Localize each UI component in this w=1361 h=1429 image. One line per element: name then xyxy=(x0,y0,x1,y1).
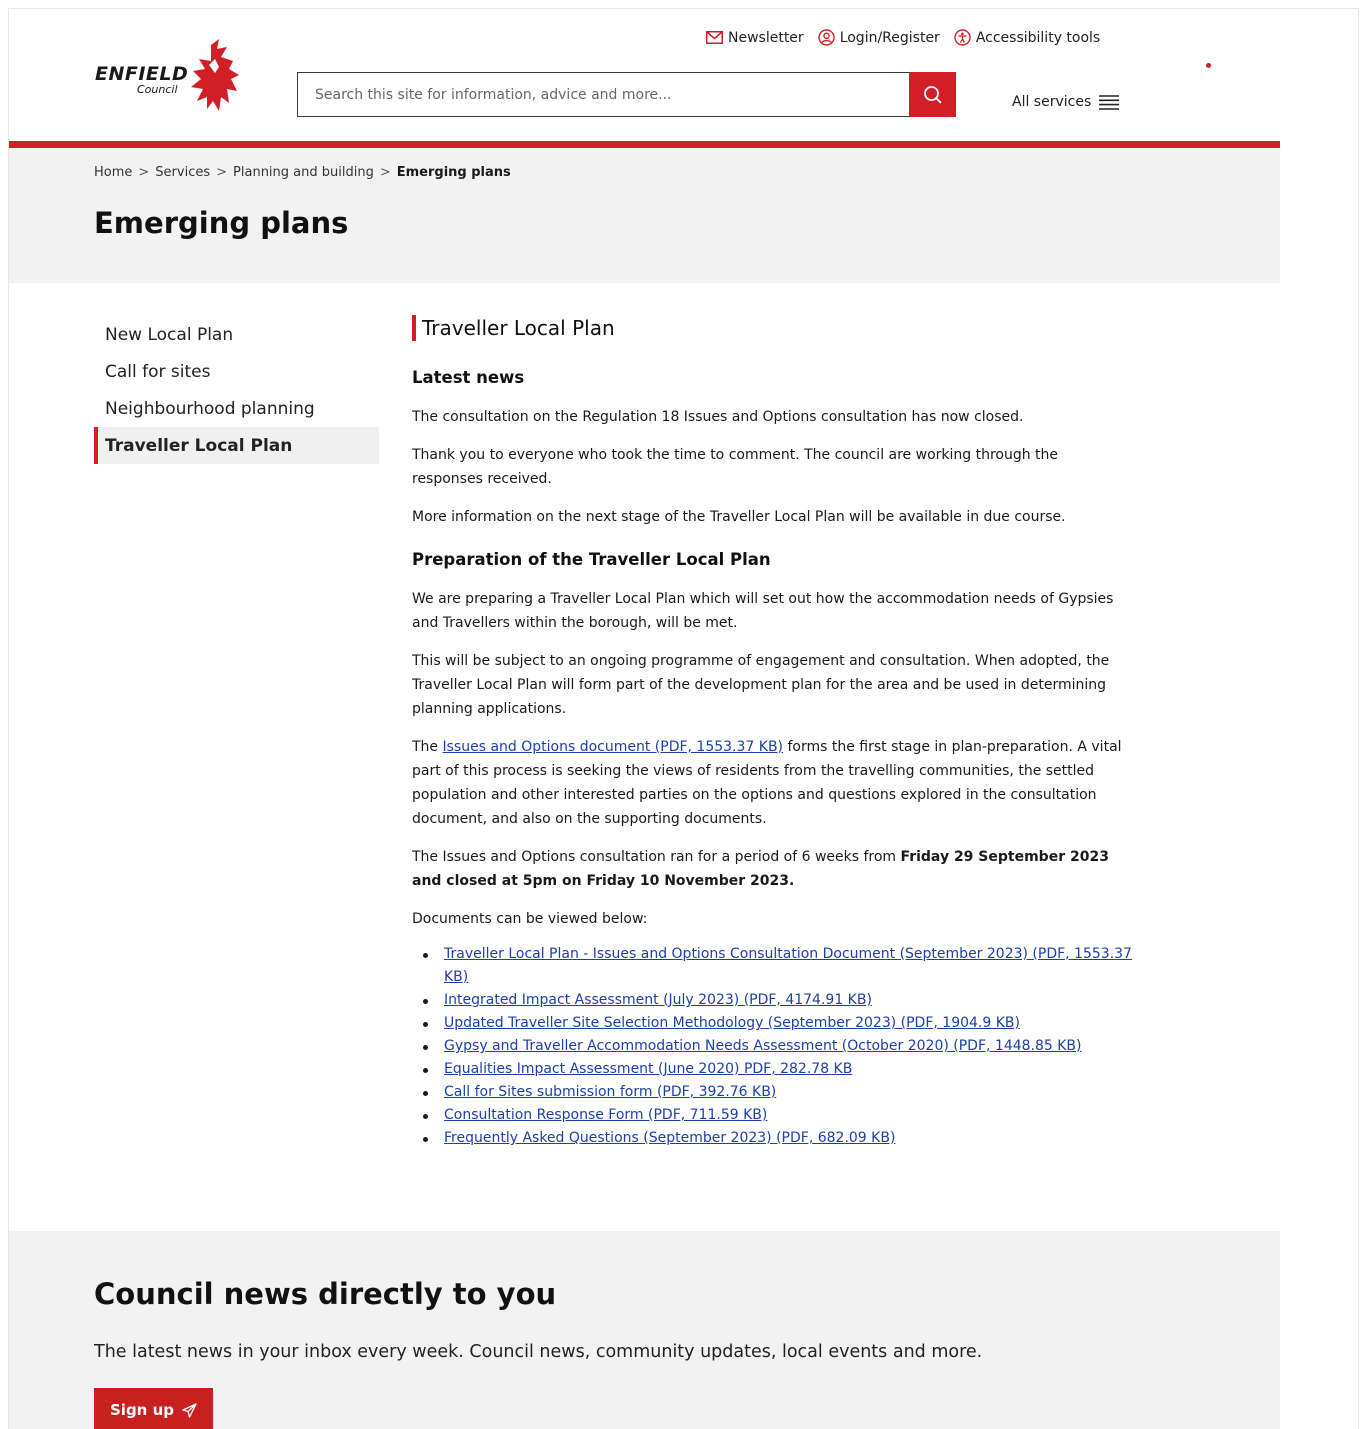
accessibility-tools-link[interactable]: Accessibility tools xyxy=(954,29,1100,46)
document-link[interactable]: Equalities Impact Assessment (June 2020)… xyxy=(444,1061,852,1077)
latest-news-paragraph: Thank you to everyone who took the time … xyxy=(412,447,1059,487)
list-item: Equalities Impact Assessment (June 2020)… xyxy=(412,1058,1132,1081)
list-item: Consultation Response Form (PDF, 711.59 … xyxy=(412,1104,1132,1127)
login-register-link[interactable]: Login/Register xyxy=(817,29,940,46)
sidenav-item-neighbourhood-planning[interactable]: Neighbourhood planning xyxy=(94,390,379,427)
paragraph-text: The Issues and Options consultation ran … xyxy=(412,849,901,865)
page-hero: Home > Services > Planning and building … xyxy=(9,148,1280,283)
list-item: Integrated Impact Assessment (July 2023)… xyxy=(412,989,1132,1012)
document-link[interactable]: Integrated Impact Assessment (July 2023)… xyxy=(444,992,872,1008)
document-link[interactable]: Frequently Asked Questions (September 20… xyxy=(444,1130,895,1146)
all-services-menu[interactable]: All services xyxy=(1012,94,1120,110)
breadcrumb-home[interactable]: Home xyxy=(94,165,132,180)
accessibility-icon xyxy=(954,29,971,46)
breadcrumb-planning-and-building[interactable]: Planning and building xyxy=(233,165,374,180)
section-side-nav: New Local Plan Call for sites Neighbourh… xyxy=(94,316,379,464)
documents-list: Traveller Local Plan - Issues and Option… xyxy=(412,943,1132,1150)
section-heading: Traveller Local Plan xyxy=(412,315,1132,341)
newsletter-link[interactable]: Newsletter xyxy=(706,29,804,46)
enfield-council-logo[interactable]: ENFIELD Council xyxy=(93,35,253,115)
paragraph-text: The xyxy=(412,739,443,755)
list-item: Frequently Asked Questions (September 20… xyxy=(412,1127,1132,1150)
list-item: Gypsy and Traveller Accommodation Needs … xyxy=(412,1035,1132,1058)
notification-dot xyxy=(1206,63,1211,68)
breadcrumb-separator: > xyxy=(379,165,391,180)
document-link[interactable]: Consultation Response Form (PDF, 711.59 … xyxy=(444,1107,767,1123)
sign-up-button[interactable]: Sign up xyxy=(94,1388,213,1429)
latest-news-paragraph: More information on the next stage of th… xyxy=(412,509,1066,525)
paper-plane-icon xyxy=(182,1402,197,1418)
preparation-paragraph: The Issues and Options document (PDF, 15… xyxy=(412,735,1132,831)
document-link[interactable]: Gypsy and Traveller Accommodation Needs … xyxy=(444,1038,1082,1054)
list-item: Call for Sites submission form (PDF, 392… xyxy=(412,1081,1132,1104)
main-content: Traveller Local Plan Latest news The con… xyxy=(412,315,1132,1150)
preparation-paragraph: This will be subject to an ongoing progr… xyxy=(412,653,1110,717)
site-search xyxy=(297,72,956,117)
all-services-label: All services xyxy=(1012,94,1092,110)
header-red-bar xyxy=(9,141,1280,148)
sidenav-item-call-for-sites[interactable]: Call for sites xyxy=(94,353,379,390)
newsletter-signup-description: The latest news in your inbox every week… xyxy=(94,1342,983,1362)
breadcrumb-separator: > xyxy=(216,165,228,180)
page-title: Emerging plans xyxy=(94,206,349,240)
search-icon xyxy=(923,85,942,104)
browser-page: ENFIELD Council Newsletter Login/Registe… xyxy=(8,8,1359,1429)
utility-links: Newsletter Login/Register Accessibility … xyxy=(706,29,1100,46)
issues-and-options-document-link[interactable]: Issues and Options document (PDF, 1553.3… xyxy=(443,739,784,755)
sidenav-item-new-local-plan[interactable]: New Local Plan xyxy=(94,316,379,353)
sidenav-item-traveller-local-plan[interactable]: Traveller Local Plan xyxy=(94,427,379,464)
list-item: Traveller Local Plan - Issues and Option… xyxy=(412,943,1132,989)
breadcrumb-services[interactable]: Services xyxy=(155,165,210,180)
user-circle-icon xyxy=(817,29,835,46)
newsletter-signup-title: Council news directly to you xyxy=(94,1277,557,1311)
latest-news-paragraph: The consultation on the Regulation 18 Is… xyxy=(412,409,1024,425)
document-link[interactable]: Updated Traveller Site Selection Methodo… xyxy=(444,1015,1020,1031)
breadcrumb: Home > Services > Planning and building … xyxy=(94,165,511,180)
login-register-label: Login/Register xyxy=(839,29,940,46)
envelope-icon xyxy=(706,31,723,44)
dragon-emblem-icon xyxy=(191,39,239,111)
latest-news-heading: Latest news xyxy=(412,368,525,387)
document-link[interactable]: Call for Sites submission form (PDF, 392… xyxy=(444,1084,776,1100)
documents-intro: Documents can be viewed below: xyxy=(412,911,648,927)
newsletter-label: Newsletter xyxy=(728,29,804,46)
site-header: ENFIELD Council Newsletter Login/Registe… xyxy=(9,9,1280,141)
consultation-dates-paragraph: The Issues and Options consultation ran … xyxy=(412,845,1132,893)
breadcrumb-separator: > xyxy=(138,165,150,180)
hamburger-menu-icon xyxy=(1099,94,1120,110)
logo-wordmark: ENFIELD xyxy=(95,63,189,85)
sign-up-label: Sign up xyxy=(110,1401,174,1419)
preparation-paragraph: We are preparing a Traveller Local Plan … xyxy=(412,591,1114,631)
newsletter-signup-section: Council news directly to you The latest … xyxy=(9,1231,1280,1429)
search-input[interactable] xyxy=(298,73,910,116)
logo-subtitle: Council xyxy=(137,83,178,96)
list-item: Updated Traveller Site Selection Methodo… xyxy=(412,1012,1132,1035)
search-button[interactable] xyxy=(909,72,956,117)
accessibility-tools-label: Accessibility tools xyxy=(975,29,1101,46)
breadcrumb-current: Emerging plans xyxy=(396,165,511,180)
preparation-heading: Preparation of the Traveller Local Plan xyxy=(412,550,771,569)
page-content: ENFIELD Council Newsletter Login/Registe… xyxy=(9,9,1280,1429)
document-link[interactable]: Traveller Local Plan - Issues and Option… xyxy=(444,946,1132,985)
